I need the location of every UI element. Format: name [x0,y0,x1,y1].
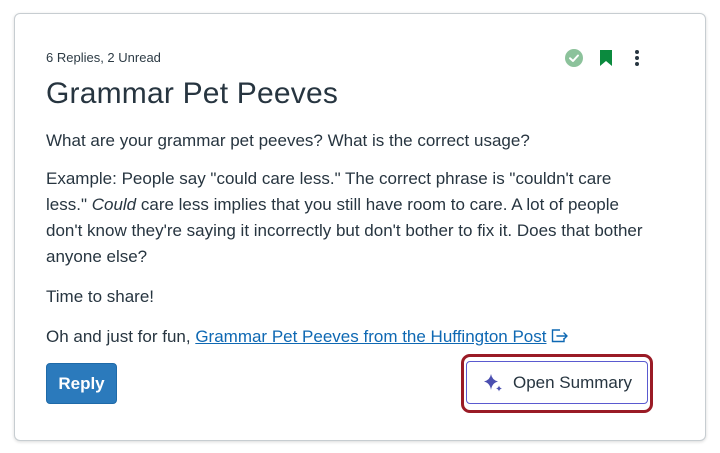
post-question: What are your grammar pet peeves? What i… [46,131,530,150]
sparkle-icon [482,372,504,394]
open-summary-label: Open Summary [512,372,633,392]
fun-prefix: Oh and just for fun, [46,327,196,346]
post-actions [565,48,641,68]
bookmark-icon[interactable] [597,48,615,68]
open-summary-button[interactable]: Open Summary [466,361,648,404]
post-title: Grammar Pet Peeves [46,77,339,110]
post-share: Time to share! [46,287,155,306]
kebab-menu-icon[interactable] [633,48,641,68]
huffington-link[interactable]: Grammar Pet Peeves from the Huffington P… [195,327,546,346]
check-circle-icon[interactable] [565,49,583,67]
post-fun-line: Oh and just for fun, Grammar Pet Peeves … [46,324,646,350]
external-link-icon [551,325,569,343]
reply-count: 6 Replies, 2 Unread [46,50,161,65]
post-example: Example: People say "could care less." T… [46,166,646,270]
example-emphasis: Could [91,195,137,214]
post-body: What are your grammar pet peeves? What i… [46,128,646,364]
example-text-2: care less implies that you still have ro… [46,195,643,266]
reply-button[interactable]: Reply [46,363,117,404]
